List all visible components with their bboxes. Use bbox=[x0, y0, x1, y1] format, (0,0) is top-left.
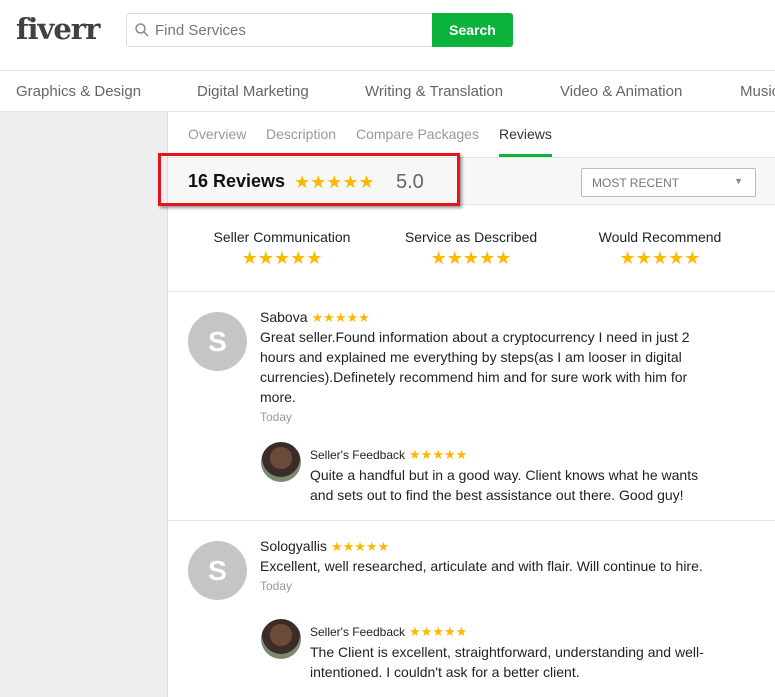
seller-avatar bbox=[261, 442, 301, 482]
nav-graphics-design[interactable]: Graphics & Design bbox=[16, 83, 141, 100]
search-box[interactable] bbox=[126, 13, 432, 47]
search-button[interactable]: Search bbox=[432, 13, 513, 47]
seller-feedback-text: The Client is excellent, straightforward… bbox=[310, 644, 704, 680]
search-input[interactable] bbox=[155, 21, 415, 39]
nav-digital-marketing[interactable]: Digital Marketing bbox=[197, 83, 309, 100]
star-rating: ★★★★★ bbox=[409, 447, 468, 462]
category-label: Service as Described bbox=[404, 229, 538, 245]
nav-writing-translation[interactable]: Writing & Translation bbox=[365, 83, 503, 100]
category-nav: Graphics & Design Digital Marketing Writ… bbox=[0, 70, 775, 112]
tab-description[interactable]: Description bbox=[266, 126, 336, 142]
category-label: Would Recommend bbox=[598, 229, 722, 245]
reviewer-name: Sabova ★★★★★ bbox=[260, 309, 370, 326]
divider bbox=[168, 291, 775, 292]
avatar[interactable]: S bbox=[188, 541, 247, 600]
reviewer-name-text[interactable]: Sabova bbox=[260, 309, 307, 325]
nav-video-animation[interactable]: Video & Animation bbox=[560, 83, 682, 100]
tab-overview[interactable]: Overview bbox=[188, 126, 246, 142]
seller-avatar bbox=[261, 619, 301, 659]
avatar[interactable]: S bbox=[188, 312, 247, 371]
review-text: Excellent, well researched, articulate a… bbox=[260, 558, 703, 574]
star-rating: ★★★★★ bbox=[619, 248, 701, 268]
left-sidebar bbox=[0, 112, 168, 697]
star-rating: ★★★★★ bbox=[311, 310, 370, 325]
fiverr-logo[interactable]: fiverr bbox=[16, 12, 100, 46]
review-text: Great seller.Found information about a c… bbox=[260, 329, 690, 405]
star-rating: ★★★★★ bbox=[241, 248, 323, 268]
divider bbox=[168, 520, 775, 521]
tab-reviews[interactable]: Reviews bbox=[499, 126, 552, 142]
category-label: Seller Communication bbox=[213, 229, 351, 245]
seller-feedback-text: Quite a handful but in a good way. Clien… bbox=[310, 467, 699, 503]
category-seller-communication: Seller Communication ★★★★★ bbox=[192, 229, 372, 269]
reviewer-name: Sologyallis ★★★★★ bbox=[260, 538, 389, 555]
feedback-label-text: Seller's Feedback bbox=[310, 625, 406, 639]
seller-feedback-label: Seller's Feedback ★★★★★ bbox=[310, 447, 467, 463]
reviewer-name-text[interactable]: Sologyallis bbox=[260, 538, 327, 554]
search-icon bbox=[135, 23, 149, 37]
chevron-down-icon: ▼ bbox=[734, 176, 743, 186]
star-rating: ★★★★★ bbox=[409, 624, 468, 639]
category-would-recommend: Would Recommend ★★★★★ bbox=[570, 229, 750, 269]
category-service-as-described: Service as Described ★★★★★ bbox=[381, 229, 561, 269]
highlight-box bbox=[158, 153, 460, 206]
review-date: Today bbox=[260, 410, 293, 424]
star-rating: ★★★★★ bbox=[430, 248, 512, 268]
sort-dropdown[interactable]: MOST RECENT ▼ bbox=[581, 168, 756, 197]
seller-feedback-label: Seller's Feedback ★★★★★ bbox=[310, 624, 467, 640]
sort-value: MOST RECENT bbox=[592, 176, 680, 190]
feedback-label-text: Seller's Feedback bbox=[310, 448, 406, 462]
star-rating: ★★★★★ bbox=[330, 539, 390, 554]
nav-music[interactable]: Music bbox=[740, 83, 775, 100]
tab-compare-packages[interactable]: Compare Packages bbox=[356, 126, 479, 142]
review-date: Today bbox=[260, 579, 293, 593]
